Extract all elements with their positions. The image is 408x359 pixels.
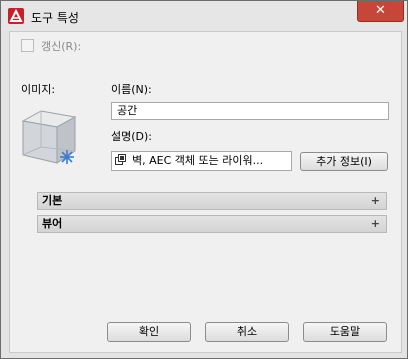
cancel-button[interactable]: 취소	[205, 322, 289, 342]
image-label: 이미지:	[21, 83, 56, 96]
ok-button[interactable]: 확인	[107, 322, 191, 342]
expand-icon[interactable]: +	[371, 193, 380, 209]
window-title: 도구 특성	[31, 11, 79, 25]
close-button[interactable]: ✕	[357, 1, 404, 22]
section-viewer-label: 뷰어	[42, 217, 63, 230]
section-viewer[interactable]: 뷰어 +	[37, 215, 387, 233]
name-label: 이름(N):	[111, 83, 152, 96]
more-info-button[interactable]: 추가 정보(I)	[300, 152, 388, 171]
refresh-checkbox[interactable]	[21, 39, 34, 52]
description-input[interactable]: 벽, AEC 객체 또는 라이워...	[111, 151, 292, 171]
dialog-window: 도구 특성 ✕ 갱신(R): 이미지: 이름(N): 공간 설명(D): 벽, …	[0, 0, 408, 359]
name-input[interactable]: 공간	[111, 102, 389, 120]
objects-icon	[115, 154, 126, 165]
title-bar: 도구 특성 ✕	[1, 1, 407, 31]
description-label: 설명(D):	[111, 130, 152, 143]
space-cube-icon	[21, 110, 77, 164]
section-basic-label: 기본	[42, 194, 63, 207]
close-icon: ✕	[375, 3, 386, 18]
refresh-label: 갱신(R):	[41, 40, 82, 53]
help-button[interactable]: 도움말	[303, 322, 387, 342]
app-icon	[8, 8, 24, 24]
description-value: 벽, AEC 객체 또는 라이워...	[132, 154, 264, 167]
section-basic[interactable]: 기본 +	[37, 192, 387, 210]
expand-icon[interactable]: +	[371, 216, 380, 232]
